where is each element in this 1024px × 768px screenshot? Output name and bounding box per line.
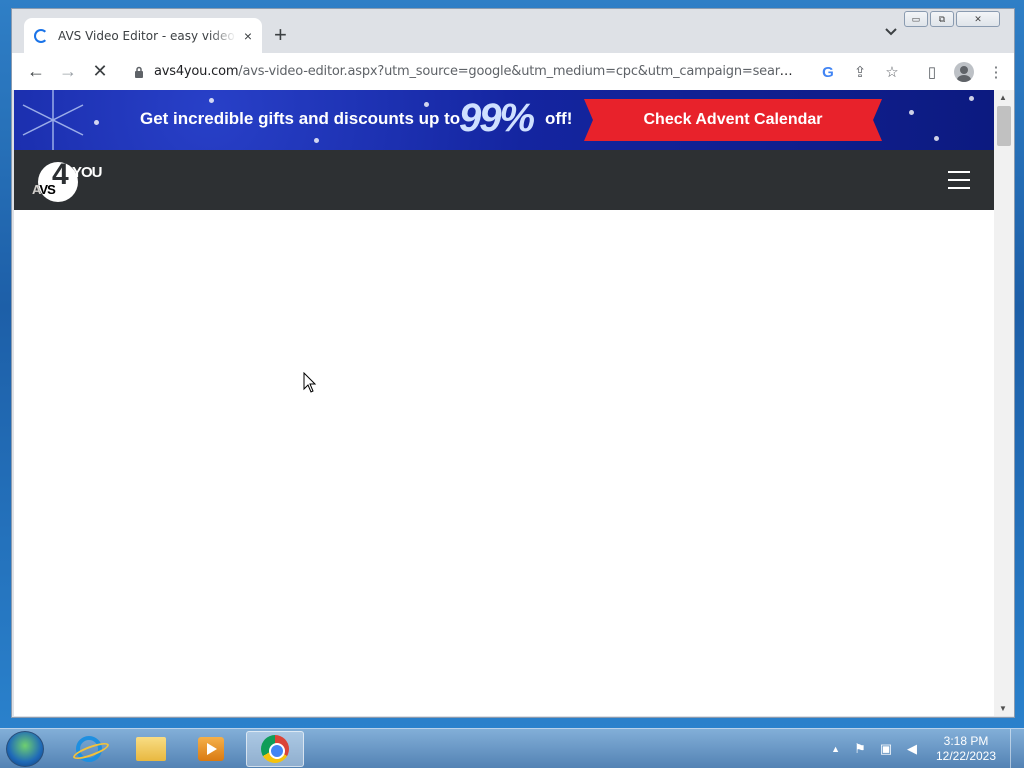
volume-muted-icon[interactable]: ◀ bbox=[904, 741, 920, 757]
start-button[interactable] bbox=[6, 731, 44, 767]
avs4you-logo[interactable]: 4 AVS YOU bbox=[32, 158, 112, 202]
snow-dot bbox=[909, 110, 914, 115]
tab-search-chevron-icon[interactable] bbox=[884, 27, 898, 37]
tab-close-icon[interactable]: × bbox=[244, 28, 252, 44]
chrome-menu-icon[interactable]: ⋮ bbox=[980, 59, 1012, 85]
hamburger-menu-icon[interactable] bbox=[948, 171, 970, 189]
internet-explorer-icon bbox=[76, 736, 102, 762]
site-header: 4 AVS YOU bbox=[14, 150, 994, 210]
check-advent-calendar-button[interactable]: Check Advent Calendar bbox=[584, 99, 882, 141]
url-path: /avs-video-editor.aspx?utm_source=google… bbox=[238, 64, 794, 79]
promo-off: off! bbox=[545, 109, 573, 128]
tab-strip: AVS Video Editor - easy video editing × … bbox=[12, 9, 1014, 53]
network-icon[interactable]: ▣ bbox=[878, 741, 894, 757]
folder-icon bbox=[136, 737, 166, 761]
hamburger-line bbox=[948, 187, 970, 189]
side-panel-icon[interactable]: ▯ bbox=[916, 59, 948, 85]
logo-you: YOU bbox=[72, 164, 102, 181]
clock-date: 12/22/2023 bbox=[935, 749, 997, 763]
profile-button[interactable] bbox=[948, 59, 980, 85]
media-player-icon bbox=[198, 737, 224, 761]
promo-text: Get incredible gifts and discounts up to bbox=[140, 109, 461, 128]
toolbar-icons: G ⇪ ☆ ▯ ⋮ bbox=[812, 59, 1012, 85]
browser-toolbar: ← → ✕ avs4you.com/avs-video-editor.aspx?… bbox=[12, 53, 1014, 90]
action-center-flag-icon[interactable]: ⚑ bbox=[852, 741, 868, 757]
system-tray: ▲ ⚑ ▣ ◀ 3:18 PM 12/22/2023 bbox=[831, 729, 1024, 768]
snow-dot bbox=[969, 96, 974, 101]
taskbar-chrome[interactable] bbox=[246, 731, 304, 767]
logo-avs: AVS bbox=[32, 182, 56, 197]
share-icon[interactable]: ⇪ bbox=[844, 59, 876, 85]
address-bar[interactable]: avs4you.com/avs-video-editor.aspx?utm_so… bbox=[124, 57, 806, 86]
hamburger-line bbox=[948, 179, 970, 181]
google-lens-icon[interactable]: G bbox=[812, 59, 844, 85]
url-text[interactable]: avs4you.com/avs-video-editor.aspx?utm_so… bbox=[154, 64, 794, 79]
avatar-icon bbox=[954, 62, 974, 82]
snow-dot bbox=[424, 102, 429, 107]
back-button[interactable]: ← bbox=[20, 61, 52, 82]
snowflake-icon bbox=[22, 90, 84, 150]
snow-dot bbox=[209, 98, 214, 103]
page-scrollbar[interactable]: ▲ ▼ bbox=[994, 90, 1014, 716]
clock-time: 3:18 PM bbox=[943, 734, 989, 748]
tab-avs-video-editor[interactable]: AVS Video Editor - easy video editing × bbox=[24, 18, 262, 53]
taskbar-media-player[interactable] bbox=[182, 731, 240, 767]
taskbar: ▲ ⚑ ▣ ◀ 3:18 PM 12/22/2023 bbox=[0, 728, 1024, 768]
bookmark-star-icon[interactable]: ☆ bbox=[876, 59, 908, 85]
minimize-button[interactable]: ▭ bbox=[904, 11, 928, 27]
tab-title: AVS Video Editor - easy video editing bbox=[58, 28, 236, 43]
promo-percent: 99% bbox=[459, 96, 535, 140]
taskbar-file-explorer[interactable] bbox=[122, 731, 180, 767]
promo-banner[interactable]: Get incredible gifts and discounts up to… bbox=[14, 90, 994, 150]
show-hidden-icons-arrow[interactable]: ▲ bbox=[831, 744, 840, 754]
forward-button[interactable]: → bbox=[52, 61, 84, 82]
loading-spinner-icon bbox=[34, 28, 48, 43]
taskbar-internet-explorer[interactable] bbox=[60, 731, 118, 767]
snow-dot bbox=[934, 136, 939, 141]
system-clock[interactable]: 3:18 PM 12/22/2023 bbox=[930, 734, 1002, 764]
scroll-thumb[interactable] bbox=[997, 106, 1011, 146]
url-host: avs4you.com bbox=[154, 64, 239, 79]
new-tab-button[interactable]: + bbox=[274, 24, 287, 46]
mouse-cursor-icon bbox=[303, 372, 317, 393]
lock-icon[interactable] bbox=[134, 66, 144, 78]
browser-window: AVS Video Editor - easy video editing × … bbox=[11, 8, 1015, 718]
close-window-button[interactable]: ✕ bbox=[956, 11, 1000, 27]
scroll-up-arrow-icon[interactable]: ▲ bbox=[999, 93, 1007, 102]
snow-dot bbox=[314, 138, 319, 143]
scroll-down-arrow-icon[interactable]: ▼ bbox=[999, 704, 1007, 713]
chrome-icon bbox=[261, 735, 289, 763]
page-viewport: Get incredible gifts and discounts up to… bbox=[14, 90, 994, 716]
show-desktop-button[interactable] bbox=[1010, 729, 1024, 768]
stop-loading-button[interactable]: ✕ bbox=[84, 61, 116, 82]
hamburger-line bbox=[948, 171, 970, 173]
window-controls: ▭ ⧉ ✕ bbox=[904, 11, 1000, 27]
restore-button[interactable]: ⧉ bbox=[930, 11, 954, 27]
snow-dot bbox=[94, 120, 99, 125]
